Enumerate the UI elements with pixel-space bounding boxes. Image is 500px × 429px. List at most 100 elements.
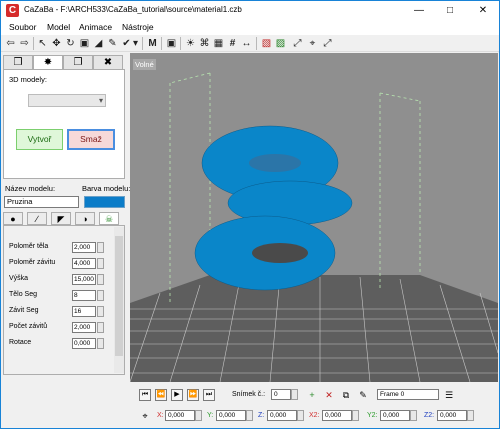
delete-button[interactable]: Smaž (67, 129, 115, 150)
parameters-scrollbar[interactable] (114, 227, 124, 373)
coord-y2-input[interactable]: 0,000 (380, 410, 410, 421)
minimize-button[interactable]: — (405, 1, 433, 21)
param-label: Závit Seg (9, 307, 39, 314)
coord-spinner[interactable] (195, 410, 202, 421)
param-spinner[interactable] (97, 242, 104, 253)
coord-toggle-icon[interactable]: ⌖ (139, 410, 151, 422)
copy-frame-icon[interactable]: ⧉ (340, 389, 352, 401)
param-spinner[interactable] (97, 274, 104, 285)
app-window: C CaZaBa - F:\ARCH533\CaZaBa_tutorial\so… (0, 0, 500, 429)
coord-x-input[interactable]: 0,000 (165, 410, 195, 421)
create-button[interactable]: Vytvoř (16, 129, 63, 150)
close-button[interactable]: ✕ (467, 1, 499, 21)
frame-spinner[interactable] (291, 389, 298, 400)
render-icon[interactable]: ▧ (260, 37, 273, 50)
fit-view-icon[interactable]: ⤢ (291, 37, 304, 50)
light-icon[interactable]: ☀ (184, 37, 197, 50)
param-height-input[interactable]: 15,000 (72, 274, 96, 285)
param-spinner[interactable] (97, 306, 104, 317)
grid-icon[interactable]: ▦ (212, 37, 225, 50)
param-label: Rotace (9, 339, 32, 346)
menu-soubor[interactable]: Soubor (9, 22, 36, 32)
scale-icon[interactable]: ▣ (78, 37, 91, 50)
model-color-swatch[interactable] (84, 196, 125, 208)
pointer-icon[interactable]: ↖ (36, 37, 49, 50)
hash-grid-icon[interactable]: # (226, 37, 239, 50)
zoom-fit-icon[interactable]: ⤢ (321, 37, 334, 50)
coord-x2-label: X2: (309, 412, 320, 419)
last-frame-button[interactable]: ⏭ (203, 389, 215, 401)
tree-icon[interactable]: ⌘ (198, 37, 211, 50)
param-coil-radius-input[interactable]: 4,000 (72, 258, 96, 269)
material-icon[interactable]: M (146, 37, 159, 50)
next-frame-button[interactable]: ⏩ (187, 389, 199, 401)
coord-y-input[interactable]: 0,000 (216, 410, 246, 421)
zoom-icon[interactable]: ⌖ (306, 37, 319, 50)
camera-icon[interactable]: ▣ (165, 37, 178, 50)
spacing-icon[interactable]: ↔ (240, 37, 253, 50)
param-row: Tělo Seg 8 (9, 290, 105, 302)
coord-spinner[interactable] (467, 410, 474, 421)
tab-lights[interactable]: ✖ (93, 55, 123, 70)
app-icon: C (6, 4, 19, 17)
frame-list-icon[interactable]: ☰ (443, 389, 455, 401)
menu-nastroje[interactable]: Nástroje (122, 22, 154, 32)
rotate-icon[interactable]: ↻ (64, 37, 77, 50)
coord-z-input[interactable]: 0,000 (267, 410, 297, 421)
param-label: Výška (9, 275, 29, 282)
param-spinner[interactable] (97, 290, 104, 301)
param-coil-seg-input[interactable]: 16 (72, 306, 96, 317)
3d-viewport[interactable] (130, 53, 498, 382)
add-frame-icon[interactable]: + (306, 389, 318, 401)
frame-name-input[interactable]: Frame 0 (377, 389, 439, 400)
param-rotation-input[interactable]: 0,000 (72, 338, 96, 349)
coord-spinner[interactable] (297, 410, 304, 421)
param-row: Rotace 0,000 (9, 338, 105, 350)
subtab-line[interactable]: ∕ (27, 212, 47, 225)
param-spinner[interactable] (97, 322, 104, 333)
chevron-down-icon: ▾ (98, 96, 103, 105)
models-combo[interactable]: ▾ (28, 94, 106, 107)
move-icon[interactable]: ✥ (50, 37, 63, 50)
coord-spinner[interactable] (410, 410, 417, 421)
maximize-button[interactable]: □ (436, 1, 464, 21)
coord-x-label: X: (157, 412, 164, 419)
subtab-parameters[interactable]: ☠ (99, 212, 119, 225)
subtab-shading[interactable]: ◑ (75, 212, 95, 225)
first-frame-button[interactable]: ⏮ (139, 389, 151, 401)
remove-frame-icon[interactable]: ✕ (323, 389, 335, 401)
rename-frame-icon[interactable]: ✎ (357, 389, 369, 401)
menu-bar: Soubor Model Animace Nástroje (1, 21, 499, 35)
view-mode-label[interactable]: Volné (133, 59, 156, 70)
frame-number-input[interactable]: 0 (271, 389, 291, 400)
tab-materials[interactable]: ❐ (63, 55, 93, 70)
subtab-point[interactable]: ● (3, 212, 23, 225)
param-spinner[interactable] (97, 338, 104, 349)
render-preview-icon[interactable]: ▨ (274, 37, 287, 50)
coord-spinner[interactable] (246, 410, 253, 421)
pencil-icon[interactable]: ✎ (106, 37, 119, 50)
coord-spinner[interactable] (352, 410, 359, 421)
param-turns-input[interactable]: 2,000 (72, 322, 96, 333)
model-name-input[interactable]: Pruzina (4, 196, 79, 208)
param-body-radius-input[interactable]: 2,000 (72, 242, 96, 253)
check-dropdown-icon[interactable]: ▾ (132, 37, 139, 50)
menu-animace[interactable]: Animace (79, 22, 112, 32)
scrollbar-thumb[interactable] (115, 236, 123, 356)
param-row: Počet závitů 2,000 (9, 322, 105, 334)
back-icon[interactable]: ⇦ (4, 37, 17, 50)
param-body-seg-input[interactable]: 8 (72, 290, 96, 301)
tab-scene[interactable]: ❒ (3, 55, 33, 70)
prev-frame-button[interactable]: ⏪ (155, 389, 167, 401)
shear-icon[interactable]: ◢ (92, 37, 105, 50)
param-row: Poloměr závitu 4,000 (9, 258, 105, 270)
forward-icon[interactable]: ⇨ (18, 37, 31, 50)
subtab-face[interactable]: ◤ (51, 212, 71, 225)
play-button[interactable]: ▶ (171, 389, 183, 401)
coord-z2-input[interactable]: 0,000 (437, 410, 467, 421)
models-label: 3D modely: (9, 75, 47, 84)
toolbar-separator (33, 37, 34, 50)
menu-model[interactable]: Model (47, 22, 70, 32)
param-spinner[interactable] (97, 258, 104, 269)
coord-x2-input[interactable]: 0,000 (322, 410, 352, 421)
